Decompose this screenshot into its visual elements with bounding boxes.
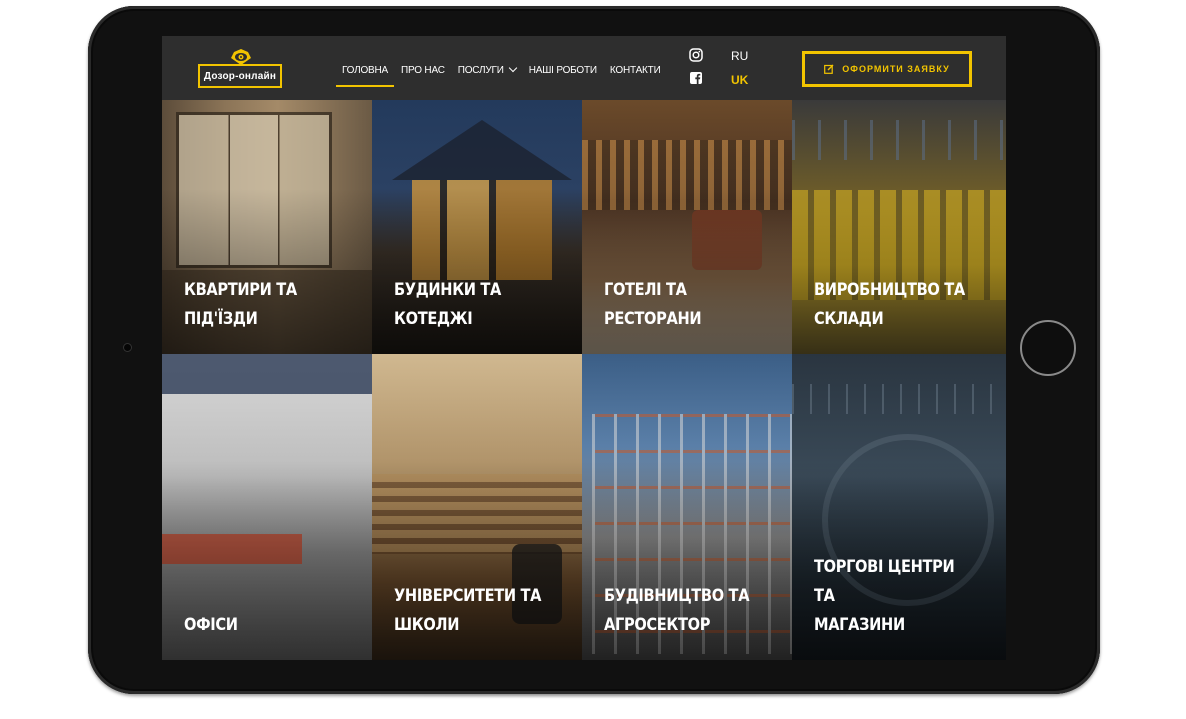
- order-request-label: ОФОРМИТИ ЗАЯВКУ: [842, 64, 950, 74]
- lang-uk[interactable]: UK: [731, 72, 748, 96]
- nav-home-label: ГОЛОВНА: [342, 64, 389, 76]
- tile-label: ГОТЕЛІ ТА РЕСТОРАНИ: [604, 280, 702, 329]
- tile-hotels[interactable]: ГОТЕЛІ ТА РЕСТОРАНИ: [582, 100, 792, 354]
- chevron-down-icon: [508, 63, 517, 73]
- language-switcher: RU UK: [731, 48, 748, 96]
- nav-home[interactable]: ГОЛОВНА: [335, 62, 395, 87]
- nav-about-label: ПРО НАС: [401, 64, 445, 76]
- tile-label: ВИРОБНИЦТВО ТА СКЛАДИ: [814, 280, 965, 329]
- social-links: [689, 48, 705, 94]
- tile-offices[interactable]: ОФІСИ: [162, 354, 372, 660]
- tile-label: ТОРГОВІ ЦЕНТРИ ТА МАГАЗИНИ: [814, 557, 955, 635]
- nav-services-label: ПОСЛУГИ: [457, 64, 504, 76]
- facebook-icon[interactable]: [689, 71, 703, 85]
- tile-label: БУДИНКИ ТА КОТЕДЖІ: [394, 280, 502, 329]
- logo-text: Дозор-онлайн: [198, 64, 282, 88]
- tile-houses[interactable]: БУДИНКИ ТА КОТЕДЖІ: [372, 100, 582, 354]
- tile-label: УНІВЕРСИТЕТИ ТА ШКОЛИ: [394, 586, 542, 635]
- lang-ru[interactable]: RU: [731, 48, 748, 72]
- tile-malls[interactable]: ТОРГОВІ ЦЕНТРИ ТА МАГАЗИНИ: [792, 354, 1006, 660]
- nav-contacts[interactable]: КОНТАКТИ: [610, 62, 661, 78]
- tile-label: ОФІСИ: [184, 615, 238, 635]
- logo[interactable]: Дозор-онлайн: [198, 48, 284, 92]
- tile-construction[interactable]: БУДІВНИЦТВО ТА АГРОСЕКТОР: [582, 354, 792, 660]
- camera-dot: [124, 344, 131, 351]
- nav-about[interactable]: ПРО НАС: [401, 62, 445, 78]
- tile-label: КВАРТИРИ ТА ПІД'ЇЗДИ: [184, 280, 297, 329]
- tile-apartments[interactable]: КВАРТИРИ ТА ПІД'ЇЗДИ: [162, 100, 372, 354]
- nav-contacts-label: КОНТАКТИ: [609, 64, 661, 76]
- site-header: Дозор-онлайн ГОЛОВНА ПРО НАС ПОСЛУГИ НАШ…: [162, 36, 1006, 100]
- order-request-button[interactable]: ОФОРМИТИ ЗАЯВКУ: [802, 51, 972, 87]
- edit-icon: [824, 64, 834, 74]
- tile-production[interactable]: ВИРОБНИЦТВО ТА СКЛАДИ: [792, 100, 1006, 354]
- nav-services[interactable]: ПОСЛУГИ: [457, 62, 517, 78]
- home-button[interactable]: [1020, 320, 1076, 376]
- nav-works[interactable]: НАШІ РОБОТИ: [529, 62, 597, 78]
- tile-universities[interactable]: УНІВЕРСИТЕТИ ТА ШКОЛИ: [372, 354, 582, 660]
- nav-works-label: НАШІ РОБОТИ: [528, 64, 597, 76]
- main-nav: ГОЛОВНА ПРО НАС ПОСЛУГИ НАШІ РОБОТИ КОНТ…: [335, 62, 661, 87]
- instagram-icon[interactable]: [689, 48, 703, 62]
- category-grid: КВАРТИРИ ТА ПІД'ЇЗДИ БУДИНКИ ТА КОТЕДЖІ …: [162, 100, 1006, 660]
- tile-label: БУДІВНИЦТВО ТА АГРОСЕКТОР: [604, 586, 750, 635]
- website-screen: Дозор-онлайн ГОЛОВНА ПРО НАС ПОСЛУГИ НАШ…: [162, 36, 1006, 660]
